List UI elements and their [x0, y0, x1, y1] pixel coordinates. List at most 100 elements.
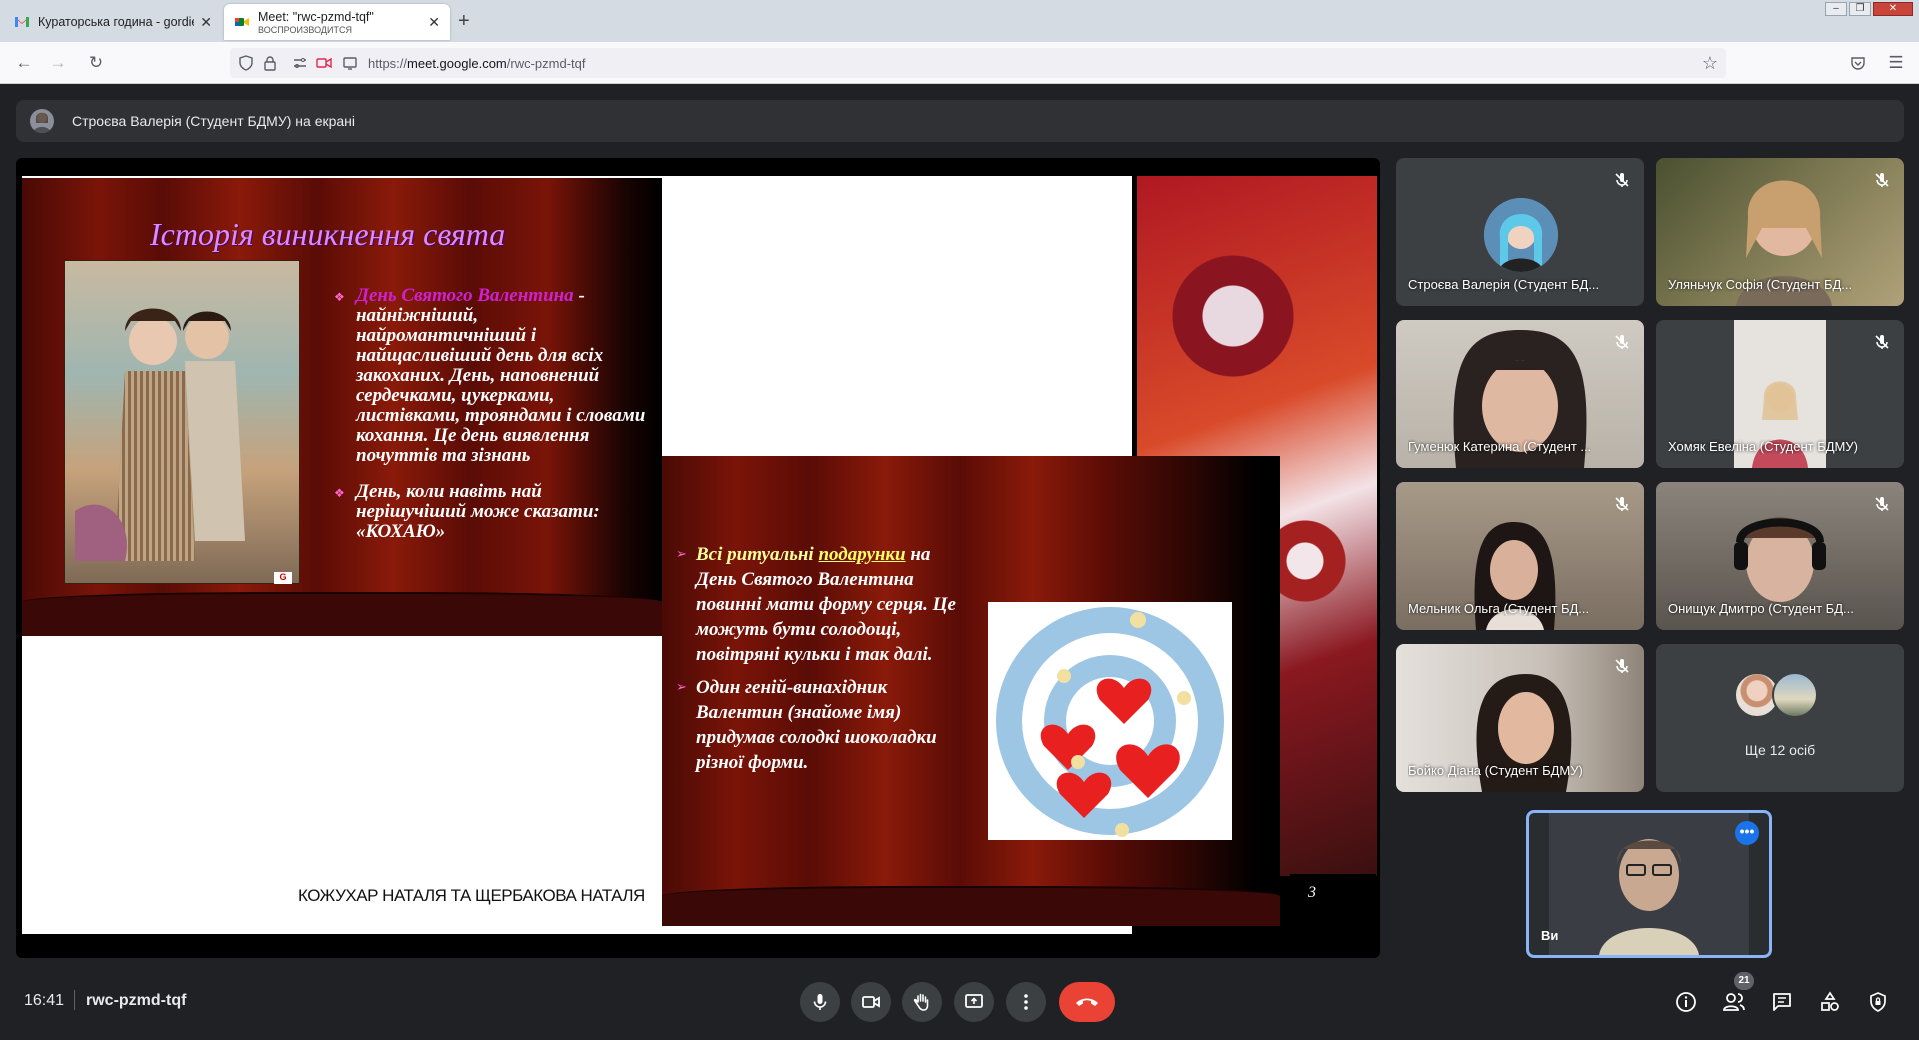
slide-2-link[interactable]: подарунки [818, 544, 905, 565]
bookmark-star-icon[interactable]: ☆ [1702, 53, 1718, 74]
participant-tile[interactable]: Онищук Дмитро (Студент БД... [1656, 482, 1904, 630]
activities-button[interactable] [1812, 984, 1848, 1020]
publisher-logo-icon: G [274, 572, 292, 584]
mic-off-icon [1875, 497, 1889, 511]
microphone-button[interactable] [800, 982, 840, 1022]
activities-icon [1821, 991, 1839, 1011]
maximize-icon[interactable]: ❐ [1849, 2, 1871, 16]
pocket-icon[interactable] [1850, 55, 1866, 71]
avatar [1772, 672, 1818, 718]
camera-button[interactable] [851, 982, 891, 1022]
authors-caption: КОЖУХАР НАТАЛЯ ТА ЩЕРБАКОВА НАТАЛЯ [298, 886, 645, 905]
permissions-icon[interactable] [292, 55, 308, 71]
new-tab-icon[interactable]: + [458, 10, 470, 33]
presentation-canvas: Історія виникнення свята G ❖ День Святог… [22, 176, 1377, 934]
url-host: meet.google.com [407, 56, 507, 71]
present-screen-button[interactable] [954, 982, 994, 1022]
participant-tile[interactable]: Уляньчук Софія (Студент БД... [1656, 158, 1904, 306]
participant-name: Уляньчук Софія (Студент БД... [1668, 277, 1853, 292]
participant-tile[interactable]: Бойко Діана (Студент БДМУ) [1396, 644, 1644, 792]
raise-hand-button[interactable] [902, 982, 942, 1022]
participant-tile[interactable]: Хомяк Евеліна (Студент БДМУ) [1656, 320, 1904, 468]
close-tab-icon[interactable]: ✕ [200, 14, 212, 31]
slide-1-body: ❖ День Святого Валентина - найніжніший, … [334, 285, 646, 542]
meeting-time: 16:41 [24, 992, 65, 1009]
url-text[interactable]: https://meet.google.com/rwc-pzmd-tqf [368, 56, 586, 71]
vintage-couple-image [64, 260, 300, 584]
url-prefix: https:// [368, 56, 408, 71]
browser-nav-bar: ← → ↻ https://meet.google.com/rwc-pzmd-t… [0, 42, 1919, 84]
present-icon [965, 994, 983, 1008]
slide-2-text-a: Всі ритуальні [696, 544, 819, 565]
more-options-button[interactable] [1006, 982, 1046, 1022]
mic-off-icon [1875, 335, 1889, 349]
slide-1-text-2: День, коли навіть най нерішучіший може с… [356, 481, 600, 542]
close-window-icon[interactable]: ✕ [1873, 2, 1913, 16]
participant-name: Мельник Ольга (Студент БД... [1408, 601, 1590, 616]
slide-1-highlight: День Святого Валентина [356, 285, 574, 306]
participant-name: Бойко Діана (Студент БДМУ) [1408, 763, 1583, 778]
presentation-banner: Строєва Валерія (Студент БДМУ) на екрані [16, 100, 1904, 142]
tab-title: Meet: "rwc-pzmd-tqf" ВОСПРОИЗВОДИТСЯ [258, 10, 422, 35]
bullet-icon: ➢ [676, 679, 687, 694]
participant-name: Строєва Валерія (Студент БД... [1408, 277, 1600, 292]
camera-icon [862, 996, 880, 1008]
slide-1-title: Історія виникнення свята [150, 216, 506, 252]
curtain-bottom [662, 886, 1280, 926]
more-options-icon[interactable]: ••• [1735, 821, 1759, 845]
lock-icon[interactable] [262, 55, 278, 71]
back-icon[interactable]: ← [14, 53, 34, 73]
reload-icon[interactable]: ↻ [86, 53, 106, 73]
participant-tile[interactable]: Строєва Валерія (Студент БД... [1396, 158, 1644, 306]
screen-sharing-icon[interactable] [342, 55, 358, 71]
more-participants-tile[interactable]: Ще 12 осіб [1656, 644, 1904, 792]
participant-tile[interactable]: Мельник Ольга (Студент БД... [1396, 482, 1644, 630]
more-participants-avatars [1734, 672, 1818, 718]
mic-off-icon [1615, 335, 1629, 349]
tab-title: Кураторська година - gordienk [38, 15, 195, 29]
slide-2: ➢ Всі ритуальні подарунки на День Святог… [662, 456, 1280, 926]
participant-tile[interactable]: Гуменюк Катерина (Студент ... [1396, 320, 1644, 468]
slide-2-body: ➢ Всі ритуальні подарунки на День Святог… [676, 542, 960, 775]
hang-up-icon [1076, 998, 1098, 1006]
slide-3-number-box: 3 [1290, 874, 1376, 914]
tab-meet[interactable]: Meet: "rwc-pzmd-tqf" ВОСПРОИЗВОДИТСЯ ✕ [224, 4, 450, 40]
mic-off-icon [1615, 659, 1629, 673]
url-path: /rwc-pzmd-tqf [506, 56, 586, 71]
leave-call-button[interactable] [1059, 982, 1115, 1022]
menu-icon[interactable]: ☰ [1886, 53, 1906, 73]
slide-1-text: - найніжніший, найромантичніший і найщас… [356, 285, 646, 466]
mic-off-icon [1615, 497, 1629, 511]
participant-count-badge: 21 [1734, 972, 1754, 990]
participant-name: Гуменюк Катерина (Студент ... [1408, 439, 1592, 454]
window-controls: – ❐ ✕ [1825, 2, 1913, 16]
info-icon [1676, 992, 1696, 1012]
slide-1: Історія виникнення свята G ❖ День Святог… [22, 178, 662, 636]
minimize-icon[interactable]: – [1825, 2, 1847, 16]
presenter-text: Строєва Валерія (Студент БДМУ) на екрані [72, 113, 356, 129]
camera-sharing-icon[interactable] [316, 55, 332, 71]
people-icon [1723, 993, 1745, 1011]
host-controls-button[interactable] [1860, 984, 1896, 1020]
divider [74, 990, 75, 1010]
chat-button[interactable] [1764, 984, 1800, 1020]
close-tab-icon[interactable]: ✕ [428, 14, 440, 31]
tab-playing-label: ВОСПРОИЗВОДИТСЯ [258, 24, 352, 35]
self-view-tile[interactable]: Ви ••• [1526, 810, 1772, 958]
participant-name: Хомяк Евеліна (Студент БДМУ) [1668, 439, 1858, 454]
slide-2-text-c: Один геній-винахідник Валентин (знайоме … [696, 677, 937, 773]
mic-off-icon [1615, 173, 1629, 187]
browser-tab-bar: Кураторська година - gordienk ✕ Meet: "r… [0, 0, 1919, 42]
presenter-avatar [30, 109, 54, 133]
curtain-bottom [22, 592, 662, 636]
tab-gmail[interactable]: Кураторська година - gordienk ✕ [4, 4, 222, 40]
slide-3-number: 3 [1308, 884, 1316, 901]
mic-off-icon [1875, 173, 1889, 187]
url-bar[interactable]: https://meet.google.com/rwc-pzmd-tqf ☆ [230, 48, 1726, 78]
forward-icon[interactable]: → [48, 53, 68, 73]
more-vert-icon [1024, 994, 1028, 1010]
hearts-image [988, 602, 1232, 840]
shield-icon[interactable] [238, 55, 254, 71]
bullet-icon: ❖ [334, 486, 345, 500]
meeting-details-button[interactable] [1668, 984, 1704, 1020]
